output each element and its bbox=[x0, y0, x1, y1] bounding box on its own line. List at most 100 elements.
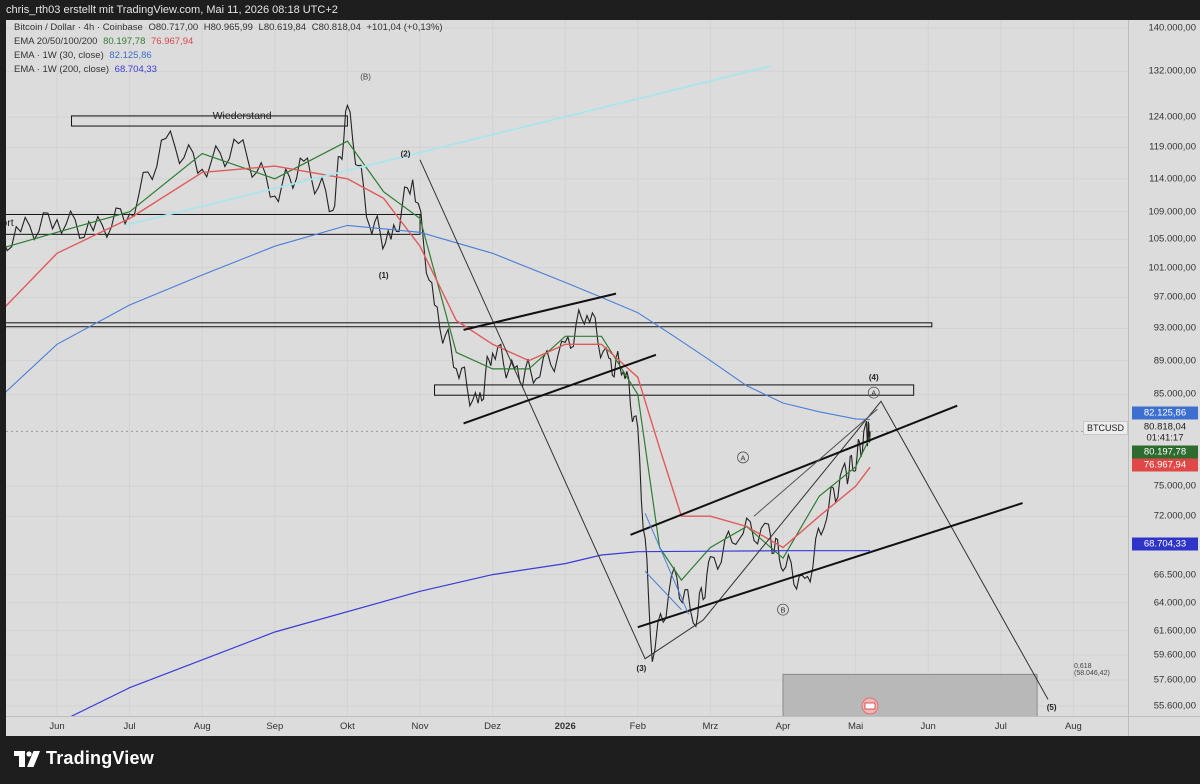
level-boxes bbox=[6, 115, 933, 396]
ema1w200-series-line bbox=[70, 549, 871, 716]
y-tick-label: 85.000,00 bbox=[1153, 388, 1196, 400]
wave-4-label: (4) bbox=[869, 373, 879, 382]
wave-2-label: (2) bbox=[401, 150, 411, 159]
price-chart[interactable]: Wiederstand Support (B) (1) (2) (3) (4) (5) A B A bbox=[6, 20, 1128, 716]
x-tick-label: Okt bbox=[340, 721, 355, 732]
ema50-price-tag: 76.967,94 bbox=[1132, 458, 1198, 472]
axis-corner bbox=[1128, 716, 1200, 736]
legend-close: C80.818,04 bbox=[311, 22, 361, 33]
circle-a1-label: A bbox=[741, 453, 746, 462]
support-label: Support bbox=[6, 217, 14, 229]
footer-bar: TradingView bbox=[0, 736, 1200, 784]
series-lines bbox=[6, 103, 871, 716]
x-tick-label: Jun bbox=[920, 721, 936, 732]
legend-line-ema1w30: EMA · 1W (30, close) 82.125,86 bbox=[14, 50, 155, 61]
wiederstand-label: Wiederstand bbox=[213, 110, 272, 122]
y-tick-label: 132.000,00 bbox=[1148, 65, 1196, 77]
circle-b-label: B bbox=[780, 605, 785, 614]
flag-stripe-icon bbox=[864, 702, 876, 710]
y-tick-label: 55.600,00 bbox=[1153, 700, 1196, 712]
legend-change: +101,04 (+0,13%) bbox=[366, 22, 443, 33]
y-tick-label: 93.000,00 bbox=[1153, 322, 1196, 334]
chart-plot-area[interactable]: WiederstandSupport(B)(1)(2)(3)(4)(5)ABA … bbox=[6, 20, 1128, 716]
price-axis[interactable]: 140.000,00 132.000,00 124.000,00 119.000,00… bbox=[1128, 20, 1200, 716]
x-tick-label: Dez bbox=[484, 721, 502, 732]
blue-wedge-line bbox=[644, 512, 690, 615]
ema30w-price-tag: 82.125,86 bbox=[1132, 406, 1198, 420]
y-tick-label: 57.600,00 bbox=[1153, 674, 1196, 686]
legend-ema1w30-value: 82.125,86 bbox=[109, 50, 152, 61]
wave-labels: Wiederstand Support (B) (1) (2) (3) (4) (5) A B A bbox=[6, 73, 1057, 712]
legend-ema-title[interactable]: EMA 20/50/100/200 bbox=[14, 36, 97, 47]
x-tick-label: Jun bbox=[49, 721, 65, 732]
level-box bbox=[6, 322, 933, 328]
wave-1-label: (1) bbox=[379, 271, 389, 280]
wave-zigzag bbox=[419, 159, 1049, 700]
wave-5-label: (5) bbox=[1047, 703, 1057, 712]
y-tick-label: 61.600,00 bbox=[1153, 625, 1196, 637]
tradingview-logo[interactable]: TradingView bbox=[14, 748, 154, 769]
x-tick-label: Sep bbox=[266, 721, 284, 732]
tradingview-brand-text: TradingView bbox=[46, 748, 154, 768]
x-tick-label: Nov bbox=[411, 721, 429, 732]
legend-ema1w200-value: 68.704,33 bbox=[114, 64, 157, 75]
y-tick-label: 89.000,00 bbox=[1153, 355, 1196, 367]
y-tick-label: 119.000,00 bbox=[1149, 141, 1196, 153]
legend-line-ema: EMA 20/50/100/200 80.197,78 76.967,94 bbox=[14, 36, 196, 47]
x-tick-label: Aug bbox=[193, 721, 211, 732]
fib-target-zone bbox=[782, 673, 1038, 716]
legend-high: H80.965,99 bbox=[203, 22, 253, 33]
x-tick-label: Jul bbox=[123, 721, 136, 732]
channel-upper-dez bbox=[463, 292, 617, 331]
legend-ema20-value: 80.197,78 bbox=[103, 36, 146, 47]
y-tick-label: 72.000,00 bbox=[1153, 510, 1196, 522]
y-tick-label: 105.000,00 bbox=[1148, 233, 1196, 245]
y-tick-label: 124.000,00 bbox=[1148, 111, 1196, 123]
time-axis[interactable]: Jun Jul Aug Sep Okt Nov Dez 2026 Feb Mrz Apr Mai Jun… bbox=[6, 716, 1128, 736]
y-tick-label: 59.600,00 bbox=[1153, 649, 1196, 661]
channel-upper-2026 bbox=[630, 404, 958, 536]
legend-line-price: Bitcoin / Dollar · 4h · Coinbase O80.717… bbox=[14, 22, 446, 33]
x-tick-label: Mrz bbox=[702, 721, 719, 732]
wave-b-label: (B) bbox=[360, 73, 371, 82]
grid bbox=[6, 20, 1128, 716]
drawings bbox=[125, 65, 1049, 700]
x-tick-label: Apr bbox=[775, 721, 791, 732]
x-tick-label: Mai bbox=[847, 721, 864, 732]
legend-symbol[interactable]: Bitcoin / Dollar · 4h · Coinbase bbox=[14, 22, 143, 33]
x-tick-label: Jul bbox=[994, 721, 1007, 732]
target-zone bbox=[782, 673, 1038, 716]
y-tick-label: 101.000,00 bbox=[1148, 262, 1196, 274]
y-tick-label: 114.000,00 bbox=[1149, 173, 1196, 185]
tradingview-logo-icon bbox=[14, 750, 40, 767]
channel-lower-2026 bbox=[637, 502, 1023, 629]
y-tick-label: 97.000,00 bbox=[1153, 291, 1196, 303]
price-series-line bbox=[6, 103, 871, 662]
level-box bbox=[434, 384, 915, 396]
chart-window: chris_rth03 erstellt mit TradingView.com… bbox=[0, 0, 1200, 784]
x-tick-label: Feb bbox=[629, 721, 646, 732]
countdown-tag: 01:41:17 bbox=[1146, 432, 1184, 444]
y-tick-label: 64.000,00 bbox=[1153, 597, 1196, 609]
symbol-tag: BTCUSD bbox=[1082, 421, 1128, 435]
y-tick-label: 66.500,00 bbox=[1153, 569, 1196, 581]
x-tick-label: Aug bbox=[1064, 721, 1082, 732]
trendline-cyan bbox=[125, 65, 772, 226]
legend-open: O80.717,00 bbox=[148, 22, 199, 33]
ema20-price-tag: 80.197,78 bbox=[1132, 445, 1198, 459]
circle-a2-label: A bbox=[871, 388, 876, 397]
legend-ema50-value: 76.967,94 bbox=[151, 36, 194, 47]
ema200w-price-tag: 68.704,33 bbox=[1132, 537, 1198, 551]
legend-ema1w30-title[interactable]: EMA · 1W (30, close) bbox=[14, 50, 104, 61]
wedge-line bbox=[753, 408, 878, 517]
y-tick-label: 75.000,00 bbox=[1153, 480, 1196, 492]
y-tick-label: 140.000,00 bbox=[1148, 22, 1196, 34]
blue-wedge-line bbox=[644, 570, 682, 610]
legend-ema1w200-title[interactable]: EMA · 1W (200, close) bbox=[14, 64, 109, 75]
legend-low: L80.619,84 bbox=[258, 22, 307, 33]
chart-header: chris_rth03 erstellt mit TradingView.com… bbox=[0, 0, 1200, 20]
legend-line-ema1w200: EMA · 1W (200, close) 68.704,33 bbox=[14, 64, 160, 75]
y-tick-label: 109.000,00 bbox=[1148, 206, 1196, 218]
x-tick-label: 2026 bbox=[554, 721, 576, 732]
fib-label: 0,618 (58.046,42) bbox=[1074, 663, 1110, 677]
